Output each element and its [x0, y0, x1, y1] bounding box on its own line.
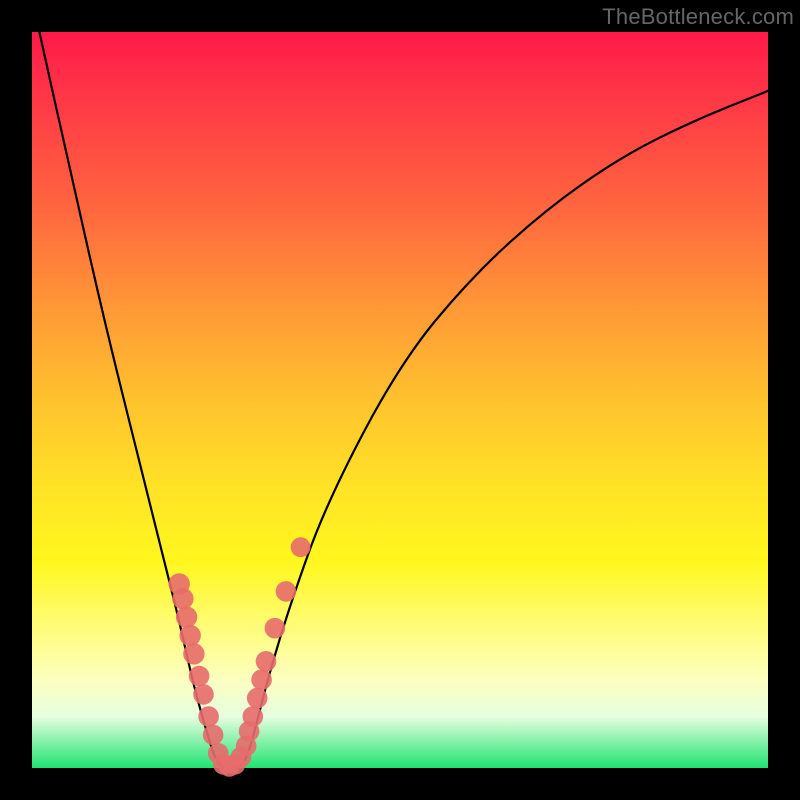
- marker-dot: [172, 588, 193, 609]
- watermark-text: TheBottleneck.com: [602, 4, 794, 30]
- marker-dot: [265, 618, 286, 639]
- marker-dot: [291, 537, 311, 557]
- chart-svg: [32, 32, 768, 768]
- marker-dot: [198, 706, 219, 727]
- marker-dot: [243, 706, 264, 727]
- chart-frame: TheBottleneck.com: [0, 0, 800, 800]
- marker-dot: [176, 606, 197, 627]
- marker-dot: [180, 625, 201, 646]
- marker-dot: [183, 643, 204, 664]
- marker-dot: [276, 581, 297, 602]
- marker-dot: [193, 684, 214, 705]
- marker-group: [169, 537, 311, 776]
- marker-dot: [189, 666, 210, 687]
- curve-line: [39, 32, 768, 768]
- marker-dot: [247, 688, 268, 709]
- plot-area: [32, 32, 768, 768]
- marker-dot: [256, 651, 277, 672]
- marker-dot: [251, 669, 272, 690]
- marker-dot: [203, 725, 224, 746]
